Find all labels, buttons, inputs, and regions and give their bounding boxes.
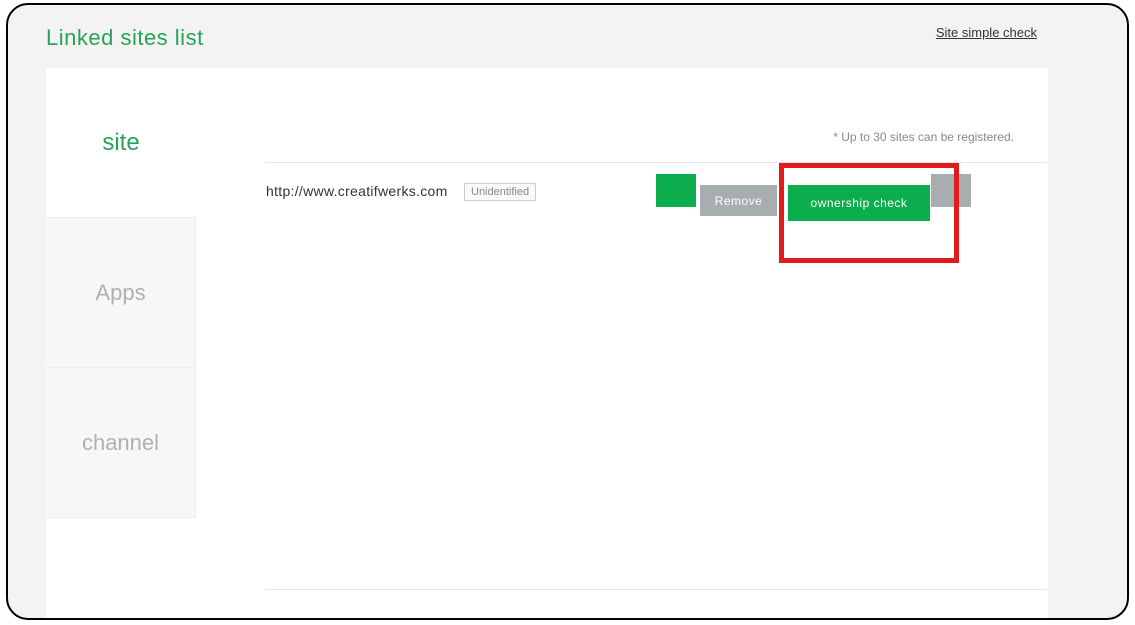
remove-button-label: Remove xyxy=(715,194,763,208)
app-frame: Linked sites list Site simple check site… xyxy=(6,3,1129,620)
bottom-divider xyxy=(266,589,1046,590)
remove-button[interactable]: Remove xyxy=(700,185,777,216)
sidebar-item-label: site xyxy=(102,129,139,157)
status-badge: Unidentified xyxy=(464,183,536,201)
sidebar-item-apps[interactable]: Apps xyxy=(46,218,196,368)
site-url: http://www.creatifwerks.com xyxy=(266,183,448,199)
site-row: http://www.creatifwerks.com Unidentified… xyxy=(266,162,1046,222)
sidebar-item-channel[interactable]: channel xyxy=(46,368,196,518)
sidebar-item-label: channel xyxy=(82,430,159,456)
sidebar: site Apps channel xyxy=(46,68,196,518)
registration-note: * Up to 30 sites can be registered. xyxy=(833,130,1014,144)
ownership-button-label: ownership check xyxy=(811,196,908,210)
ownership-check-button[interactable]: ownership check xyxy=(788,185,930,221)
grey-block-icon xyxy=(931,174,971,207)
site-simple-check-link[interactable]: Site simple check xyxy=(936,25,1037,40)
sidebar-item-label: Apps xyxy=(95,280,145,306)
sidebar-item-site[interactable]: site xyxy=(46,68,196,218)
content-panel: site Apps channel * Up to 30 sites can b… xyxy=(46,68,1048,620)
green-status-icon xyxy=(656,174,696,207)
page-title: Linked sites list xyxy=(46,25,204,51)
